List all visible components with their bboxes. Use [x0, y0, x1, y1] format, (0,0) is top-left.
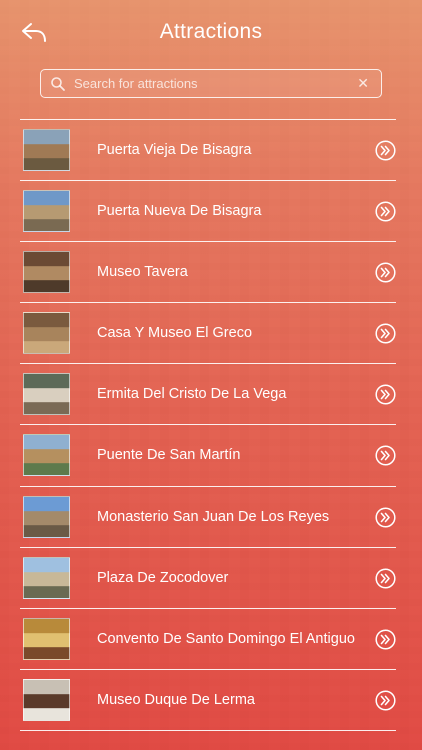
attraction-thumbnail — [23, 556, 70, 599]
attraction-thumbnail — [23, 129, 70, 171]
attraction-name: Puerta Nueva De Bisagra — [97, 203, 262, 220]
attraction-name: Monasterio San Juan De Los Reyes — [97, 508, 330, 525]
attraction-thumbnail — [23, 312, 70, 355]
attraction-thumbnail — [23, 251, 70, 294]
attraction-name: Puente De San Martín — [97, 447, 241, 464]
attraction-name: Puerta Vieja De Bisagra — [97, 142, 252, 158]
chevron-right-circle-icon[interactable] — [375, 140, 396, 161]
attraction-name: Plaza De Zocodover — [97, 569, 229, 586]
attraction-name: Museo Duque De Lerma — [97, 691, 255, 708]
chevron-right-circle-icon[interactable] — [375, 262, 396, 283]
attraction-name: Ermita Del Cristo De La Vega — [97, 386, 287, 403]
attraction-thumbnail — [23, 434, 70, 477]
chevron-right-circle-icon[interactable] — [375, 690, 396, 711]
attraction-name: Convento De Santo Domingo El Antiguo — [97, 630, 355, 647]
attraction-thumbnail — [23, 190, 70, 233]
header: Attractions — [0, 0, 422, 64]
list-item[interactable]: Plaza De Zocodover — [20, 548, 396, 609]
list-item[interactable]: Puerta Nueva De Bisagra — [20, 181, 396, 243]
attraction-thumbnail — [23, 617, 70, 660]
chevron-right-circle-icon[interactable] — [375, 323, 396, 344]
attractions-list: Puerta Vieja De Bisagra Puerta Nueva De B… — [20, 119, 396, 731]
attraction-name: Casa Y Museo El Greco — [97, 325, 253, 342]
attraction-name: Museo Tavera — [97, 264, 188, 281]
list-item[interactable]: Ermita Del Cristo De La Vega — [20, 364, 396, 426]
chevron-right-circle-icon[interactable] — [375, 445, 396, 467]
attraction-thumbnail — [23, 678, 70, 721]
search-icon — [51, 77, 65, 91]
list-item[interactable]: Museo Tavera — [20, 242, 396, 304]
chevron-right-circle-icon[interactable] — [375, 568, 396, 589]
chevron-right-circle-icon[interactable] — [375, 201, 396, 222]
search-bar[interactable]: ✕ — [40, 69, 382, 98]
list-item[interactable]: Museo Duque De Lerma — [20, 670, 396, 731]
list-item[interactable]: Convento De Santo Domingo El Antiguo — [20, 609, 396, 670]
chevron-right-circle-icon[interactable] — [375, 629, 396, 650]
list-item[interactable]: Puente De San Martín — [20, 425, 396, 487]
list-item[interactable]: Casa Y Museo El Greco — [20, 303, 396, 365]
list-item[interactable]: Puerta Vieja De Bisagra — [20, 120, 396, 182]
chevron-right-circle-icon[interactable] — [375, 507, 396, 528]
attraction-thumbnail — [23, 495, 70, 538]
clear-icon[interactable]: ✕ — [357, 75, 369, 92]
attraction-thumbnail — [23, 373, 70, 416]
chevron-right-circle-icon[interactable] — [375, 384, 396, 405]
list-item[interactable]: Monasterio San Juan De Los Reyes — [20, 487, 396, 548]
page-title: Attractions — [159, 20, 263, 43]
search-input[interactable] — [74, 70, 354, 97]
